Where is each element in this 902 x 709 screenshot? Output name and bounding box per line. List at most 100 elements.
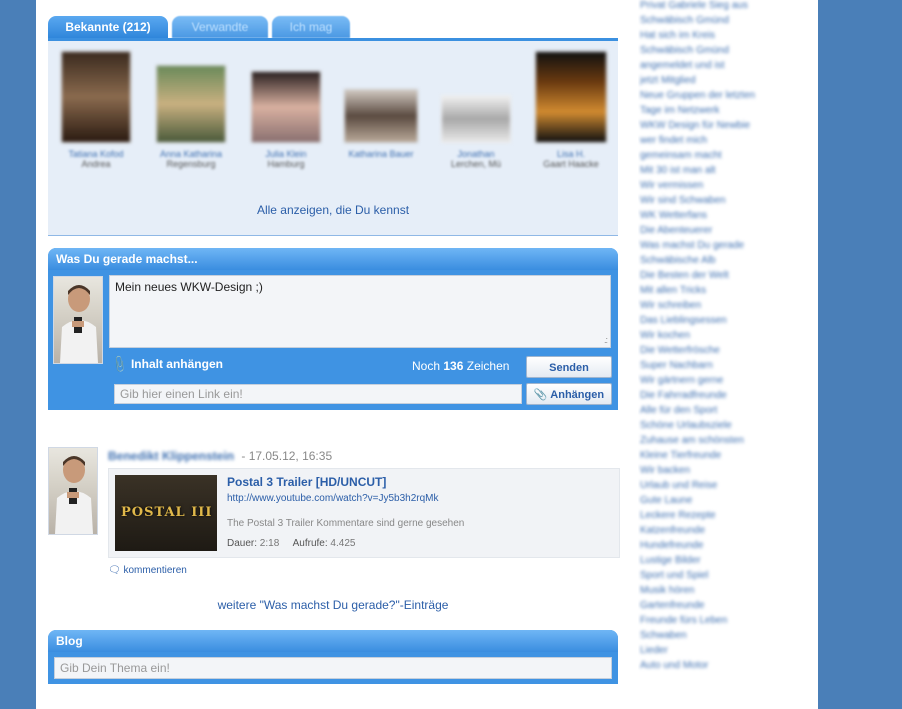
friend-name[interactable]: Tatiana Kofod xyxy=(54,149,138,159)
feed-author-link[interactable]: Benedikt Klippenstein xyxy=(108,449,234,463)
sidebar-line[interactable]: Neue Gruppen der letzten xyxy=(640,90,810,104)
video-description: The Postal 3 Trailer Kommentare sind ger… xyxy=(227,518,465,529)
sidebar-line[interactable]: angemeldet und ist xyxy=(640,60,810,74)
char-counter: Noch 136 Zeichen xyxy=(412,359,509,373)
sidebar-line[interactable]: WKW Design für Newbie xyxy=(640,120,810,134)
sidebar-line[interactable]: gemeinsam macht xyxy=(640,150,810,164)
sidebar-line[interactable]: Musik hören xyxy=(640,585,810,599)
sidebar-line[interactable]: Wir vermissen xyxy=(640,180,810,194)
sidebar-line[interactable]: wer findet mich xyxy=(640,135,810,149)
sidebar-line[interactable]: Hat sich im Kreis xyxy=(640,30,810,44)
sidebar-line[interactable]: Die Fahrradfreunde xyxy=(640,390,810,404)
friend-name[interactable]: Lisa H. xyxy=(529,149,613,159)
sidebar-line[interactable]: Wir schreiben xyxy=(640,300,810,314)
page-content: Bekannte (212) Verwandte Ich mag Tatiana… xyxy=(36,0,818,709)
sidebar-line[interactable]: Die Besten der Welt xyxy=(640,270,810,284)
friend-location: Hamburg xyxy=(267,159,305,169)
attach-button-label: Anhängen xyxy=(550,389,605,401)
friend-card[interactable]: Tatiana Kofod Andrea xyxy=(54,51,138,169)
sidebar-line[interactable]: Schwäbisch Gmünd xyxy=(640,45,810,59)
paperclip-icon: 📎 xyxy=(533,389,548,401)
video-title-link[interactable]: Postal 3 Trailer [HD/UNCUT] xyxy=(227,475,386,489)
sidebar-line[interactable]: Schwäbisch Gmünd xyxy=(640,15,810,29)
friend-photo[interactable] xyxy=(535,51,607,143)
tab-bekannte[interactable]: Bekannte (212) xyxy=(48,16,168,38)
friend-location: Gaart Haacke xyxy=(543,159,599,169)
friend-location: Andrea xyxy=(81,159,111,169)
attach-content-link[interactable]: 📎Inhalt anhängen xyxy=(109,353,223,375)
sidebar-line[interactable]: Kleine Tierfreunde xyxy=(640,450,810,464)
sidebar-line[interactable]: Wir kochen xyxy=(640,330,810,344)
feed-timestamp: - 17.05.12, 16:35 xyxy=(241,449,333,463)
sidebar-line[interactable]: Schöne Urlaubsziele xyxy=(640,420,810,434)
sidebar-line[interactable]: Hundefreunde xyxy=(640,540,810,554)
friend-name[interactable]: Katharina Bauer xyxy=(339,149,423,159)
friend-name[interactable]: Jonathan xyxy=(434,149,518,159)
tab-verwandte[interactable]: Verwandte xyxy=(172,16,268,38)
sidebar-line[interactable]: Das Lieblingsessen xyxy=(640,315,810,329)
sidebar-line[interactable]: Alle für den Sport xyxy=(640,405,810,419)
show-all-friends-link[interactable]: Alle anzeigen, die Du kennst xyxy=(48,203,618,217)
status-textarea[interactable]: Mein neues WKW-Design ;) .: xyxy=(109,275,611,348)
resize-grip-icon[interactable]: .: xyxy=(604,335,608,345)
sidebar-line[interactable]: Auto und Motor xyxy=(640,660,810,674)
sidebar-line[interactable]: Schwäbische Alb xyxy=(640,255,810,269)
sidebar-line[interactable]: Super Nachbarn xyxy=(640,360,810,374)
sidebar-line[interactable]: Privat Gabriele Sieg aus xyxy=(640,0,810,14)
sidebar-line[interactable]: Wir sind Schwaben xyxy=(640,195,810,209)
link-input[interactable]: Gib hier einen Link ein! xyxy=(114,384,522,404)
sidebar-line[interactable]: jetzt Mitglied xyxy=(640,75,810,89)
friend-card[interactable]: Jonathan Lerchen, Mü xyxy=(434,51,518,169)
sidebar-line[interactable]: Sport und Spiel xyxy=(640,570,810,584)
comment-link[interactable]: 🗨 kommentieren xyxy=(108,565,187,576)
avatar-photo-icon xyxy=(55,456,93,534)
friend-photo[interactable] xyxy=(156,65,226,143)
sidebar-line[interactable]: Mit allen Tricks xyxy=(640,285,810,299)
video-thumbnail-title: POSTAL III xyxy=(121,505,213,520)
friend-photo[interactable] xyxy=(61,51,131,143)
friend-photo[interactable] xyxy=(441,95,511,143)
sidebar-line[interactable]: Katzenfreunde xyxy=(640,525,810,539)
sidebar-line[interactable]: Die Wetterfrösche xyxy=(640,345,810,359)
friend-name[interactable]: Anna Katharina xyxy=(149,149,233,159)
friend-location: Regensburg xyxy=(166,159,216,169)
sidebar-line[interactable]: Freunde fürs Leben xyxy=(640,615,810,629)
sidebar-line[interactable]: Gartenfreunde xyxy=(640,600,810,614)
tab-ich-mag[interactable]: Ich mag xyxy=(272,16,350,38)
avatar[interactable] xyxy=(53,276,103,364)
blog-header: Blog xyxy=(48,630,618,652)
sidebar-line[interactable]: Lustige Bilder xyxy=(640,555,810,569)
friend-name[interactable]: Julia Klein xyxy=(244,149,328,159)
friend-photo[interactable] xyxy=(344,89,418,143)
sidebar-line[interactable]: Tage im Netzwerk xyxy=(640,105,810,119)
sidebar-line[interactable]: Die Abenteuerer xyxy=(640,225,810,239)
friend-card[interactable]: Katharina Bauer xyxy=(339,51,423,159)
blog-topic-input[interactable]: Gib Dein Thema ein! xyxy=(54,657,612,679)
feed-avatar[interactable] xyxy=(48,447,98,535)
blog-box: Blog Gib Dein Thema ein! xyxy=(48,630,618,684)
sidebar-line[interactable]: Urlaub und Reise xyxy=(640,480,810,494)
friends-panel: Tatiana Kofod Andrea Anna Katharina Rege… xyxy=(48,41,618,236)
sidebar-line[interactable]: Lieder xyxy=(640,645,810,659)
sidebar-line[interactable]: Was machst Du gerade xyxy=(640,240,810,254)
sidebar-line[interactable]: Wir gärtnern gerne xyxy=(640,375,810,389)
status-header: Was Du gerade machst... xyxy=(48,248,618,270)
more-entries-link[interactable]: weitere "Was machst Du gerade?"-Einträge xyxy=(48,598,618,612)
sidebar-line[interactable]: WK Wetterfans xyxy=(640,210,810,224)
sidebar-line[interactable]: Mit 30 ist man alt xyxy=(640,165,810,179)
paperclip-icon: 📎 xyxy=(109,353,130,375)
sidebar-line[interactable]: Leckere Rezepte xyxy=(640,510,810,524)
friend-card[interactable]: Julia Klein Hamburg xyxy=(244,51,328,169)
friend-card[interactable]: Anna Katharina Regensburg xyxy=(149,51,233,169)
sidebar-line[interactable]: Wir backen xyxy=(640,465,810,479)
video-thumbnail[interactable]: POSTAL III xyxy=(115,475,217,551)
sidebar-line[interactable]: Schwaben xyxy=(640,630,810,644)
attach-button[interactable]: 📎 Anhängen xyxy=(526,383,612,405)
friend-card[interactable]: Lisa H. Gaart Haacke xyxy=(529,51,613,169)
friends-tabs: Bekannte (212) Verwandte Ich mag xyxy=(48,16,618,38)
send-button[interactable]: Senden xyxy=(526,356,612,378)
sidebar-line[interactable]: Zuhause am schönsten xyxy=(640,435,810,449)
video-url-link[interactable]: http://www.youtube.com/watch?v=Jy5b3h2rq… xyxy=(227,493,439,504)
friend-photo[interactable] xyxy=(251,71,321,143)
sidebar-line[interactable]: Gute Laune xyxy=(640,495,810,509)
